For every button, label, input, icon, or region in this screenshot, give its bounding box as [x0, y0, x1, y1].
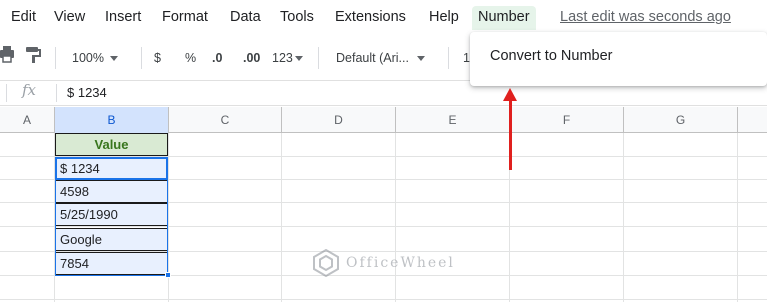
- column-header-e[interactable]: E: [396, 107, 510, 133]
- name-box-divider: [6, 84, 7, 102]
- more-formats-label: 123: [272, 51, 293, 65]
- menu-data[interactable]: Data: [226, 6, 265, 30]
- more-formats-button[interactable]: 123: [272, 48, 303, 68]
- convert-to-number-menu-item[interactable]: Convert to Number: [490, 48, 613, 64]
- officewheel-logo-icon: [313, 249, 339, 277]
- zoom-value: 100%: [72, 51, 104, 65]
- column-header-a[interactable]: A: [0, 107, 55, 133]
- menu-tools[interactable]: Tools: [276, 6, 318, 30]
- menu-help[interactable]: Help: [425, 6, 463, 30]
- chevron-down-icon: [294, 56, 303, 62]
- cell-b2[interactable]: $ 1234: [55, 157, 168, 180]
- increase-decimal-button[interactable]: .00: [243, 48, 260, 68]
- toolbar-divider: [55, 47, 56, 69]
- paint-format-icon[interactable]: [26, 46, 42, 66]
- print-icon[interactable]: [0, 46, 14, 66]
- currency-format-button[interactable]: $: [154, 48, 161, 68]
- cell-b4[interactable]: 5/25/1990: [55, 203, 168, 226]
- menu-number[interactable]: Number: [472, 6, 536, 30]
- formula-input[interactable]: $ 1234: [67, 85, 107, 100]
- toolbar-divider: [141, 47, 142, 69]
- grid-line: [623, 133, 624, 302]
- column-header-f[interactable]: F: [510, 107, 624, 133]
- grid-line: [281, 133, 282, 302]
- chevron-down-icon: [109, 56, 118, 62]
- number-dropdown-menu: Convert to Number: [470, 32, 767, 86]
- last-edit-link[interactable]: Last edit was seconds ago: [560, 6, 731, 28]
- fill-handle[interactable]: [165, 272, 171, 278]
- decrease-decimal-button[interactable]: .0: [212, 48, 222, 68]
- fx-icon: fx: [22, 81, 37, 99]
- menu-extensions[interactable]: Extensions: [331, 6, 410, 30]
- cell-b1-header[interactable]: Value: [55, 133, 168, 156]
- column-header-h[interactable]: [738, 107, 767, 133]
- grid-line: [0, 299, 767, 300]
- font-size-input[interactable]: 1: [463, 48, 470, 68]
- toolbar-divider: [448, 47, 449, 69]
- formula-divider: [56, 84, 57, 102]
- watermark-text: OfficeWheel: [346, 255, 455, 271]
- font-select[interactable]: Default (Ari...: [336, 48, 425, 68]
- cell-b3[interactable]: 4598: [55, 180, 168, 203]
- chevron-down-icon: [416, 56, 425, 62]
- toolbar-divider: [318, 47, 319, 69]
- grid-line: [737, 133, 738, 302]
- column-header-d[interactable]: D: [282, 107, 396, 133]
- menu-edit[interactable]: Edit: [7, 6, 40, 30]
- cell-b6[interactable]: 7854: [55, 252, 168, 275]
- column-header-b[interactable]: B: [55, 107, 169, 133]
- column-header-g[interactable]: G: [624, 107, 738, 133]
- menu-insert[interactable]: Insert: [101, 6, 145, 30]
- cell-b5[interactable]: Google: [55, 228, 168, 251]
- menu-format[interactable]: Format: [158, 6, 212, 30]
- watermark: OfficeWheel: [312, 248, 455, 278]
- font-value: Default (Ari...: [336, 51, 409, 65]
- menu-view[interactable]: View: [50, 6, 89, 30]
- column-header-c[interactable]: C: [169, 107, 282, 133]
- percent-format-button[interactable]: %: [185, 48, 196, 68]
- grid-line: [0, 226, 767, 227]
- zoom-select[interactable]: 100%: [72, 48, 118, 68]
- annotation-arrow: [509, 100, 512, 170]
